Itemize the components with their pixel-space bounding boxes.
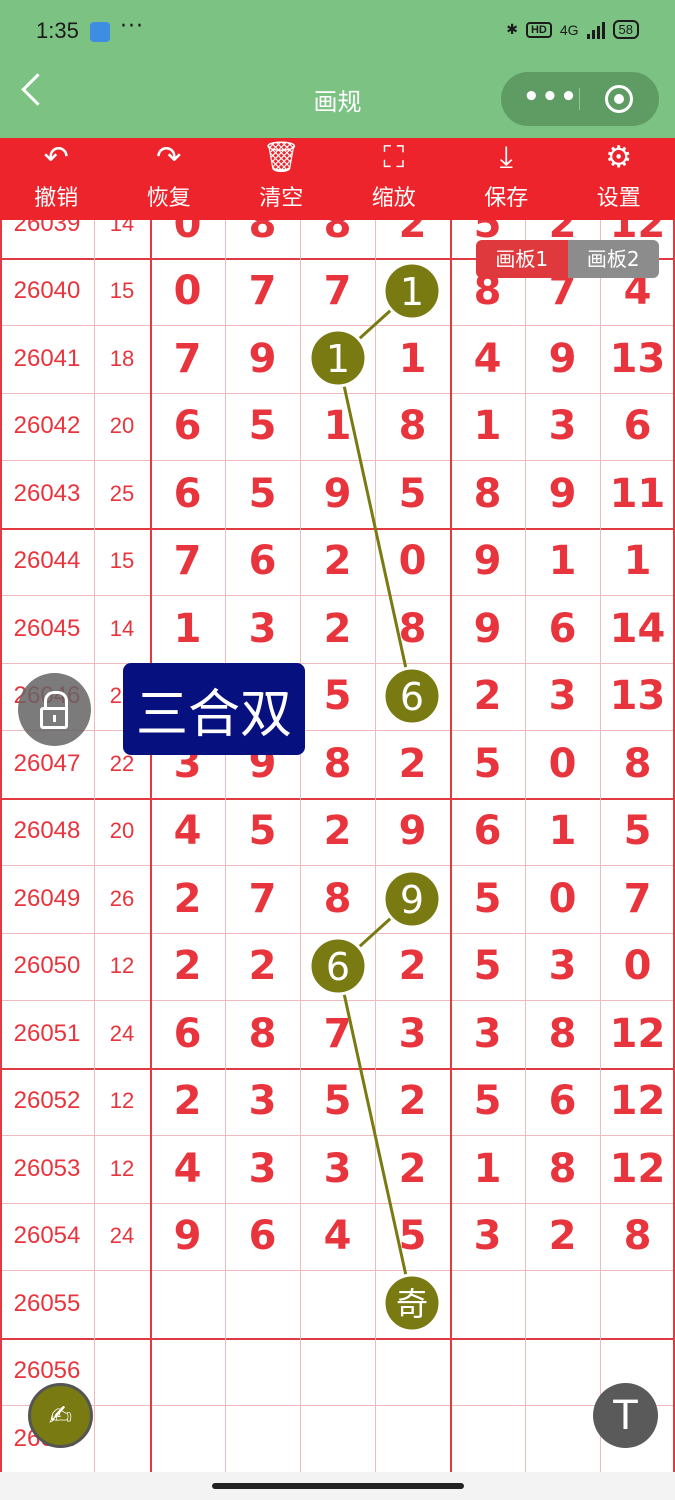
marker-ball[interactable]: 1 xyxy=(308,328,368,388)
marker-label: 奇 xyxy=(396,1285,428,1323)
marker-ball[interactable]: 奇 xyxy=(382,1273,442,1333)
pen-tool-button[interactable]: ✍ xyxy=(28,1383,93,1448)
lock-icon-body xyxy=(40,707,68,729)
marker-ball[interactable]: 9 xyxy=(382,869,442,929)
marker-label: 1 xyxy=(400,270,424,314)
drawing-overlay: 1 1 6 9 6 奇 xyxy=(308,261,442,1333)
marker-ball[interactable]: 6 xyxy=(308,936,368,996)
marker-ball[interactable]: 6 xyxy=(382,666,442,726)
marker-label: 6 xyxy=(400,675,424,719)
pen-icon: ✍ xyxy=(48,1399,73,1432)
marker-label: 9 xyxy=(400,878,424,922)
trace-line xyxy=(336,357,414,697)
marker-label: 1 xyxy=(326,337,350,381)
lock-button[interactable] xyxy=(18,673,91,746)
text-tool-button[interactable]: T xyxy=(593,1383,658,1448)
trace-line xyxy=(336,965,414,1304)
marker-label: 6 xyxy=(326,945,350,989)
marker-ball[interactable]: 1 xyxy=(382,261,442,321)
text-annotation[interactable]: 三合双 xyxy=(123,663,305,755)
home-indicator xyxy=(212,1483,464,1489)
